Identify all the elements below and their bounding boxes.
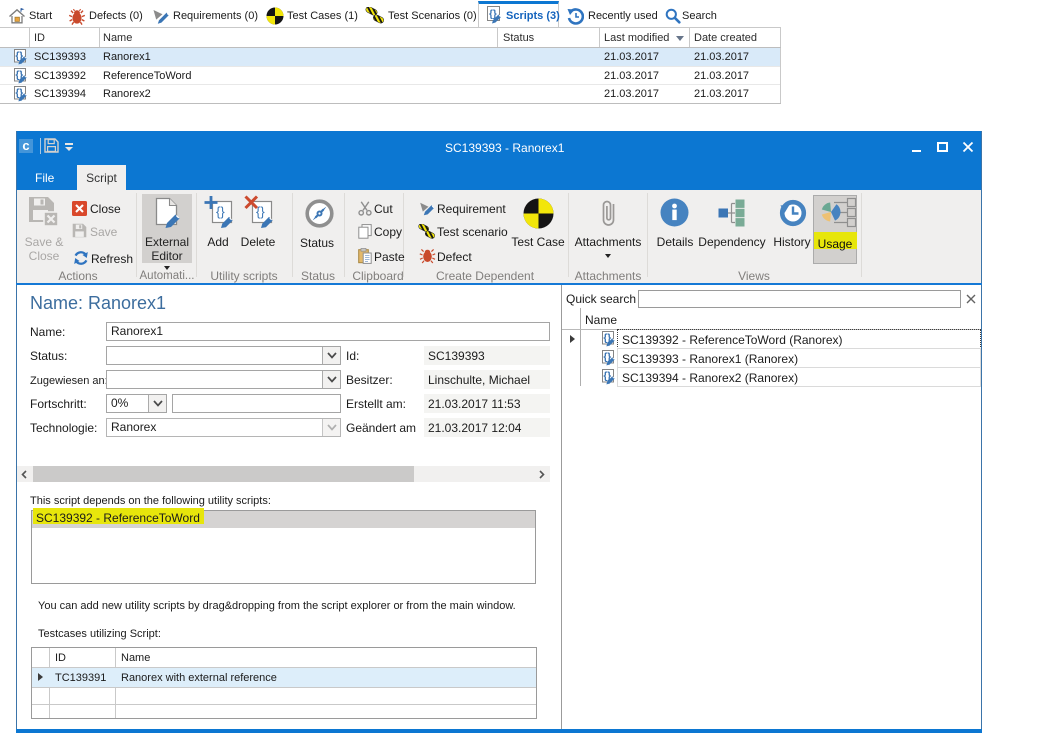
svg-text:{}: {} <box>256 204 265 219</box>
svg-text:{}: {} <box>216 204 225 219</box>
